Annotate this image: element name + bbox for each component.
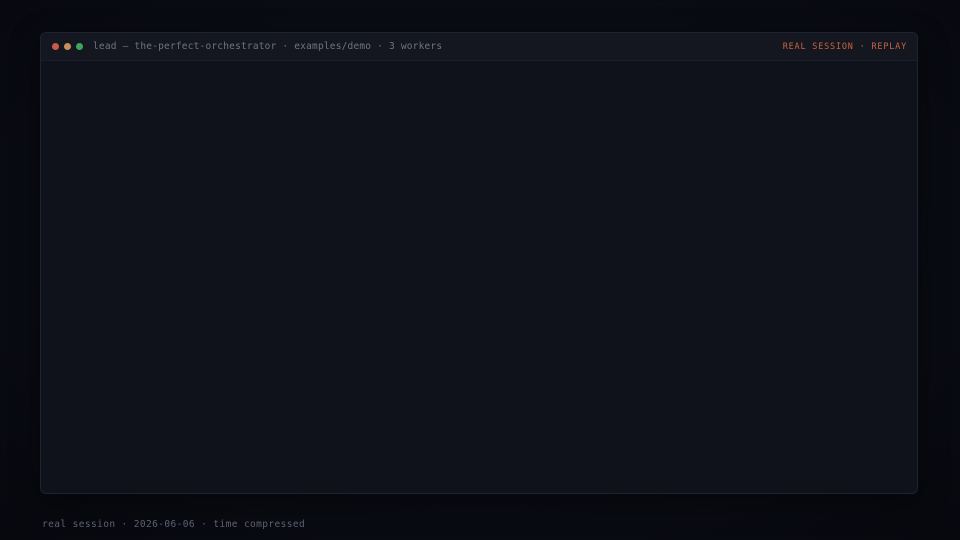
maximize-dot-icon[interactable] (76, 43, 83, 50)
window-controls (52, 43, 83, 50)
minimize-dot-icon[interactable] (64, 43, 71, 50)
window-title: lead — the-perfect-orchestrator · exampl… (93, 41, 443, 52)
footer-caption: real session · 2026-06-06 · time compres… (42, 519, 306, 530)
terminal-window: lead — the-perfect-orchestrator · exampl… (40, 32, 918, 494)
window-titlebar[interactable]: lead — the-perfect-orchestrator · exampl… (41, 33, 917, 61)
session-status-label: REAL SESSION · REPLAY (782, 41, 907, 52)
close-dot-icon[interactable] (52, 43, 59, 50)
terminal-body[interactable] (41, 61, 917, 493)
